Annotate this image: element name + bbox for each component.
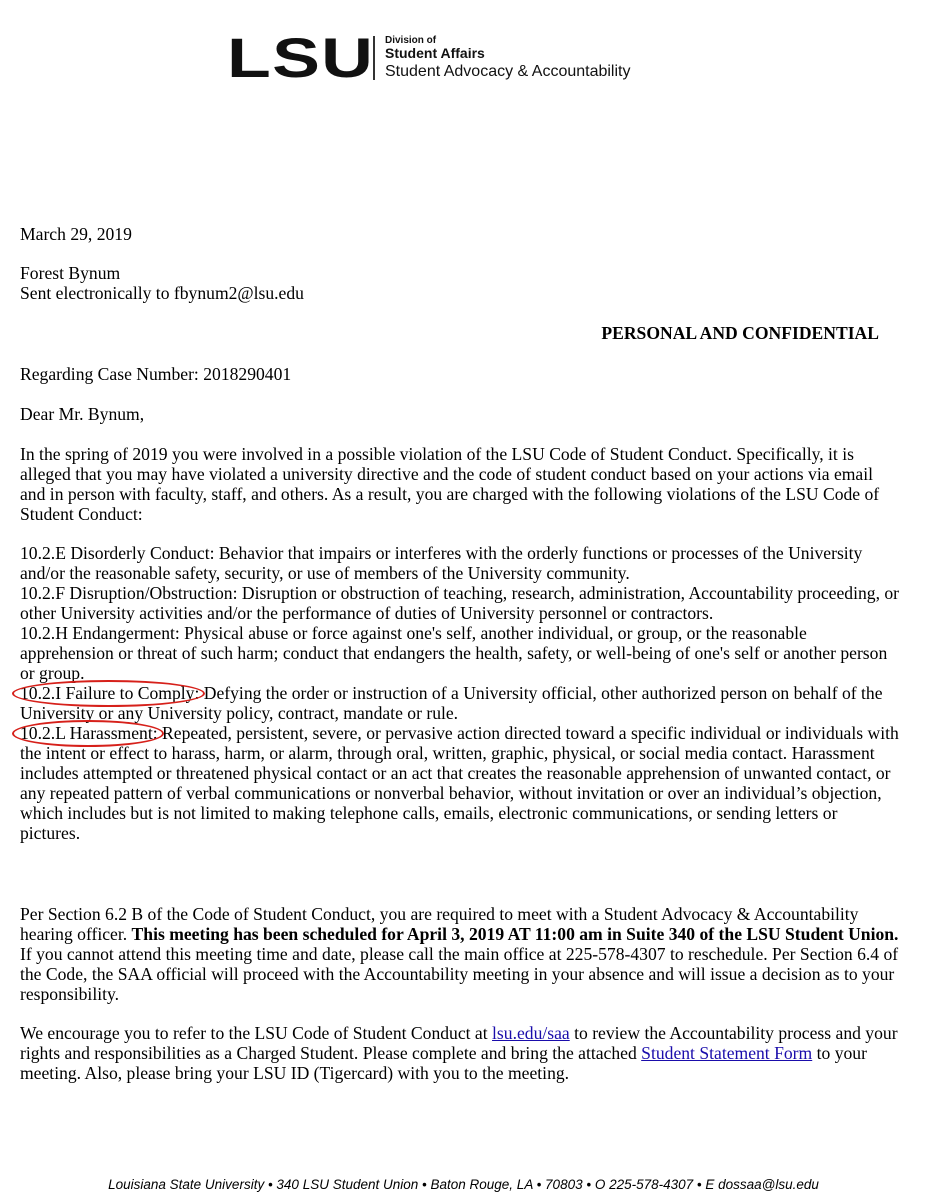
department-label: Student Advocacy & Accountability	[385, 62, 631, 80]
violation-code: 10.2.H Endangerment:	[20, 623, 180, 643]
salutation: Dear Mr. Bynum,	[20, 404, 145, 424]
meeting-schedule-bold: This meeting has been scheduled for Apri…	[131, 924, 899, 944]
footer-address: Louisiana State University • 340 LSU Stu…	[108, 1177, 819, 1192]
violation-code: 10.2.E Disorderly Conduct:	[20, 543, 215, 563]
encourage-text: We encourage you to refer to the LSU Cod…	[20, 1023, 493, 1043]
recipient-sent-line: Sent electronically to fbynum2@lsu.edu	[20, 283, 304, 303]
meeting-text: If you cannot attend this meeting time a…	[20, 944, 899, 1004]
affairs-label: Student Affairs	[385, 45, 485, 61]
student-statement-form-link[interactable]: Student Statement Form	[641, 1043, 812, 1063]
violation-item: 10.2.L Harassment: Repeated, persistent,…	[12, 720, 900, 843]
meeting-paragraph: Per Section 6.2 B of the Code of Student…	[20, 904, 900, 1004]
encourage-paragraph: We encourage you to refer to the LSU Cod…	[20, 1023, 900, 1083]
lsu-logo: LSU	[227, 26, 375, 89]
violation-code-circled: 10.2.L Harassment:	[12, 720, 164, 747]
recipient-name: Forest Bynum	[20, 263, 121, 283]
violation-code-circled: 10.2.I Failure to Comply:	[11, 680, 206, 707]
confidential-heading: PERSONAL AND CONFIDENTIAL	[601, 323, 879, 343]
letterhead-text: Division of Student Affairs Student Advo…	[385, 35, 631, 81]
violation-item: 10.2.F Disruption/Obstruction: Disruptio…	[20, 583, 900, 623]
intro-paragraph: In the spring of 2019 you were involved …	[20, 444, 880, 524]
violations-list: 10.2.E Disorderly Conduct: Behavior that…	[11, 543, 900, 843]
violation-item: 10.2.I Failure to Comply: Defying the or…	[11, 680, 900, 723]
violation-code: 10.2.F Disruption/Obstruction:	[20, 583, 238, 603]
violation-item: 10.2.H Endangerment: Physical abuse or f…	[20, 623, 900, 683]
letterhead: LSU Division of Student Affairs Student …	[227, 26, 631, 89]
saa-link[interactable]: lsu.edu/saa	[492, 1023, 570, 1043]
case-number-line: Regarding Case Number: 2018290401	[20, 364, 292, 384]
letter-date: March 29, 2019	[20, 224, 132, 244]
violation-item: 10.2.E Disorderly Conduct: Behavior that…	[20, 543, 900, 583]
recipient-block: Forest Bynum Sent electronically to fbyn…	[20, 263, 900, 303]
